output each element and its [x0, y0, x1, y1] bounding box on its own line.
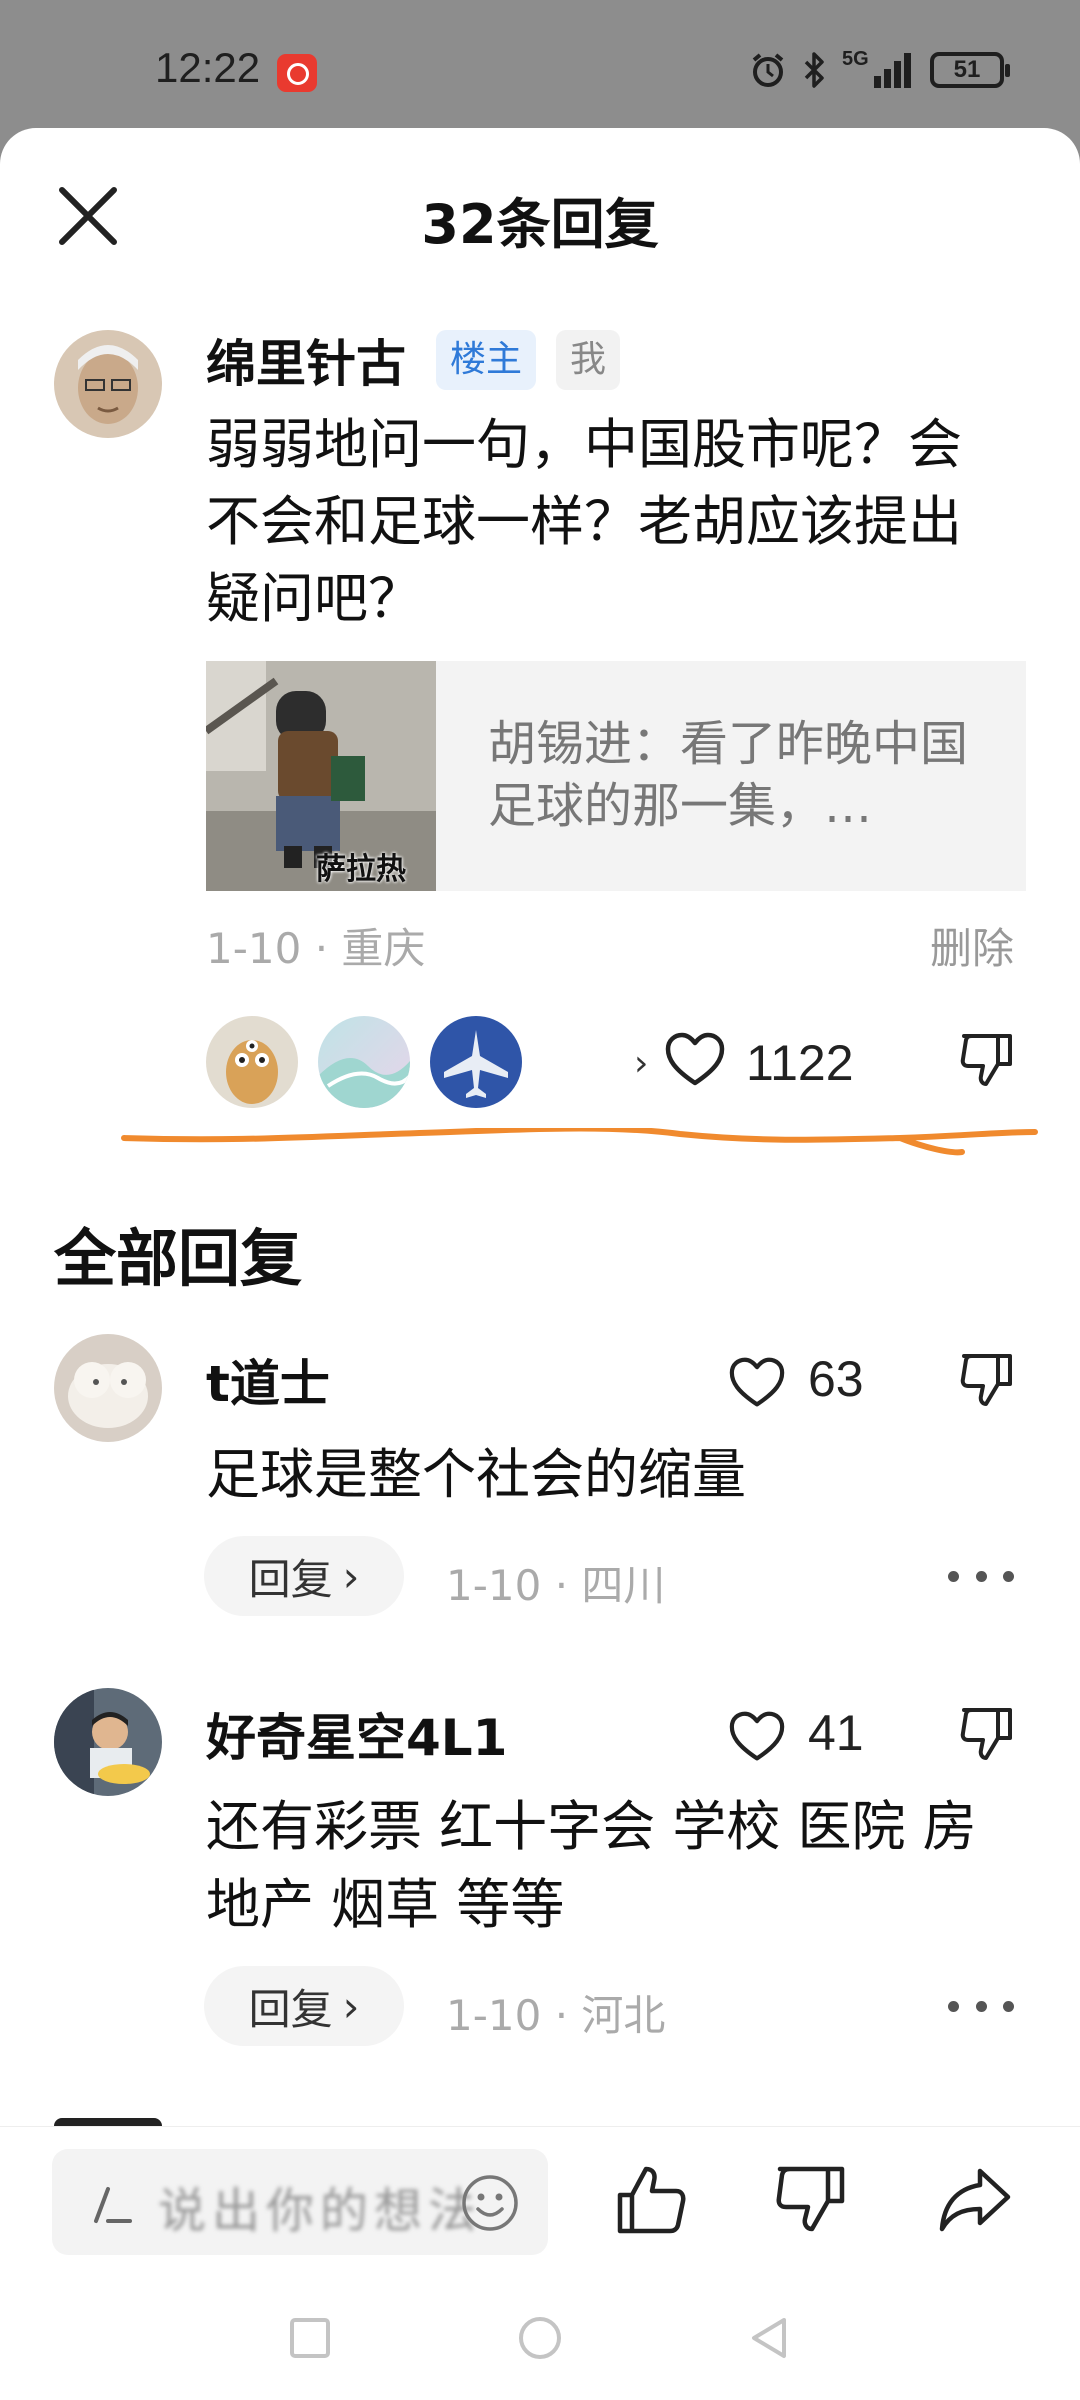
- main-comment-text: 弱弱地问一句，中国股市呢？会不会和足球一样？老胡应该提出疑问吧？: [206, 413, 962, 630]
- dislike-icon[interactable]: [958, 1030, 1016, 1090]
- app-notification-icon: [277, 54, 317, 92]
- battery-indicator: 51: [930, 52, 1010, 88]
- heart-icon[interactable]: [728, 1710, 786, 1764]
- reply-button-label: 回复: [248, 1554, 333, 1604]
- status-bar: 12:22 5G 51: [0, 0, 1080, 128]
- reply-text: 足球是整个社会的缩量: [206, 1443, 746, 1506]
- reply-author[interactable]: 好奇星空4L1: [206, 1698, 507, 1770]
- like-count: 1122: [746, 1035, 854, 1091]
- reply-like-count: 41: [808, 1705, 864, 1761]
- liker-avatar[interactable]: [430, 1016, 522, 1108]
- chevron-right-icon: ›: [342, 1981, 360, 2031]
- reply-text: 还有彩票 红十字会 学校 医院 房地产 烟草 等等: [206, 1795, 977, 1936]
- thumbs-down-icon[interactable]: [772, 2161, 850, 2239]
- next-reply-avatar-peek: [54, 2118, 162, 2126]
- replies-sheet: 32条回复 绵里针古 楼主 我 弱弱地问一句，中国股市呢？会不会和足球一样？老胡…: [0, 128, 1080, 2400]
- comment-input[interactable]: 说出你的想法: [52, 2149, 548, 2255]
- reply-meta: 1-10 · 河北: [446, 1991, 666, 2040]
- system-navigation-bar: [0, 2276, 1080, 2400]
- reply-button[interactable]: 回复 ›: [204, 1536, 404, 1616]
- reply-meta: 1-10 · 四川: [446, 1561, 666, 1610]
- reply-like-count: 63: [808, 1351, 864, 1407]
- heart-icon[interactable]: [728, 1356, 786, 1410]
- comment-date: 1-10: [206, 924, 302, 973]
- status-time: 12:22: [155, 44, 261, 91]
- sheet-title: 32条回复: [421, 193, 659, 256]
- hand-drawn-underline: [121, 1128, 1038, 1156]
- comment-location: 重庆: [341, 924, 426, 973]
- share-icon[interactable]: [936, 2161, 1014, 2239]
- reply-date: 1-10: [446, 1561, 542, 1610]
- owner-badge: 楼主: [436, 330, 537, 390]
- liker-avatar[interactable]: [318, 1016, 410, 1108]
- dislike-icon[interactable]: [958, 1704, 1016, 1764]
- reply-button[interactable]: 回复 ›: [204, 1966, 404, 2046]
- liker-avatar[interactable]: [206, 1016, 298, 1108]
- thumbs-up-icon[interactable]: [612, 2161, 690, 2239]
- bluetooth-icon: [804, 52, 824, 88]
- thumbnail-caption: 萨拉热: [316, 852, 406, 887]
- emoji-icon[interactable]: [460, 2173, 520, 2233]
- chevron-right-icon[interactable]: ›: [634, 1043, 648, 1084]
- article-thumbnail: 萨拉热: [206, 661, 436, 891]
- section-title: 全部回复: [54, 1222, 303, 1295]
- author-avatar[interactable]: [54, 330, 162, 438]
- reply-location: 河北: [581, 1991, 666, 2040]
- reply-location: 四川: [581, 1561, 666, 1610]
- comment-meta: 1-10 · 重庆: [206, 924, 426, 973]
- comment-input-placeholder: 说出你的想法: [158, 2183, 483, 2239]
- reply-avatar[interactable]: [54, 1334, 162, 1442]
- me-badge: 我: [556, 330, 621, 390]
- signal-icon: 5G: [842, 48, 916, 90]
- chevron-right-icon: ›: [342, 1551, 360, 1601]
- author-name[interactable]: 绵里针古: [206, 324, 406, 396]
- back-icon[interactable]: [746, 2314, 794, 2362]
- delete-button[interactable]: 删除: [930, 915, 1014, 976]
- alarm-icon: [752, 53, 784, 87]
- reply-author[interactable]: t道士: [206, 1344, 330, 1416]
- status-indicators: 5G 51: [748, 48, 1010, 90]
- reply-button-label: 回复: [248, 1984, 333, 2034]
- dislike-icon[interactable]: [958, 1350, 1016, 1410]
- quoted-article-text: 胡锡进：看了昨晚中国足球的那一集，…: [488, 716, 969, 834]
- bottom-action-bar: 说出你的想法: [0, 2126, 1080, 2277]
- reply-avatar[interactable]: [54, 1688, 162, 1796]
- more-options-icon[interactable]: [948, 1566, 1014, 1586]
- recent-apps-icon[interactable]: [286, 2314, 334, 2362]
- heart-icon[interactable]: [664, 1031, 726, 1089]
- pen-icon: [94, 2187, 132, 2223]
- more-options-icon[interactable]: [948, 1996, 1014, 2016]
- reply-date: 1-10: [446, 1991, 542, 2040]
- quoted-article-card[interactable]: 萨拉热 胡锡进：看了昨晚中国足球的那一集，…: [206, 661, 1026, 891]
- home-icon[interactable]: [516, 2314, 564, 2362]
